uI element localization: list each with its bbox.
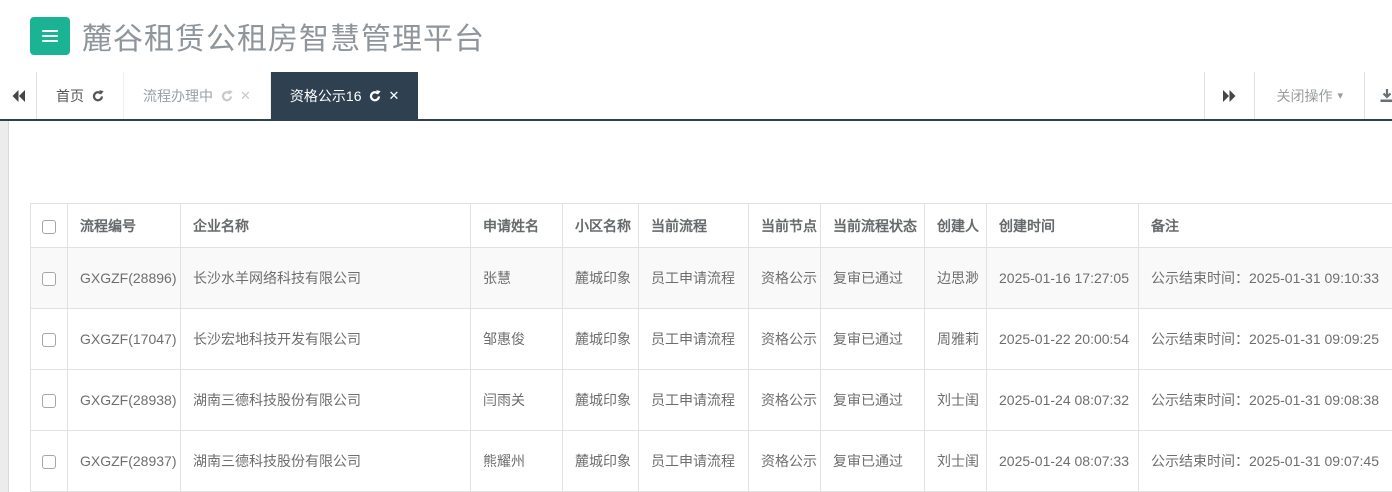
cell-community: 麓城印象	[562, 308, 639, 370]
close-actions-dropdown-button[interactable]: 关闭操作 ▾	[1254, 72, 1364, 119]
refresh-icon	[221, 89, 233, 102]
col-header-process-no: 流程编号	[67, 203, 181, 248]
tab-qualification-publicity[interactable]: 资格公示16 ✕	[270, 72, 419, 119]
row-checkbox[interactable]	[42, 455, 56, 470]
tab-scroll-right-button[interactable]	[1204, 72, 1255, 119]
cell-company: 长沙水羊网络科技有限公司	[180, 247, 471, 309]
cell-current-node: 资格公示	[748, 308, 821, 370]
cell-current-flow: 员工申请流程	[638, 369, 749, 431]
cell-community: 麓城印象	[562, 430, 639, 492]
col-header-remark: 备注	[1138, 203, 1392, 248]
cell-applicant: 熊耀州	[470, 430, 563, 492]
col-header-creator: 创建人	[924, 203, 987, 248]
tab-label: 首页	[56, 87, 84, 104]
publicity-table: 流程编号 企业名称 申请姓名 小区名称 当前流程 当前节点 当前流程状态 创建人…	[30, 203, 1392, 492]
cell-flow-status: 复审已通过	[820, 308, 925, 370]
double-chevron-left-icon	[12, 89, 25, 102]
cell-remark: 公示结束时间：2025-01-31 09:07:45	[1138, 430, 1392, 492]
publicity-table-container: 流程编号 企业名称 申请姓名 小区名称 当前流程 当前节点 当前流程状态 创建人…	[30, 203, 1392, 492]
cell-applicant: 张慧	[470, 247, 563, 309]
tab-home[interactable]: 首页	[37, 72, 124, 119]
tab-close-icon[interactable]: ✕	[388, 89, 399, 102]
caret-down-icon: ▾	[1337, 90, 1343, 102]
tab-label: 流程办理中	[143, 87, 213, 104]
col-header-applicant: 申请姓名	[470, 203, 563, 248]
cell-flow-status: 复审已通过	[820, 247, 925, 309]
select-all-checkbox[interactable]	[42, 219, 56, 234]
table-row: GXGZF(28938) 湖南三德科技股份有限公司 闫雨关 麓城印象 员工申请流…	[30, 369, 1392, 431]
cell-remark: 公示结束时间：2025-01-31 09:08:38	[1138, 369, 1392, 431]
cell-process-no: GXGZF(28896)	[67, 247, 181, 309]
page-title: 麓谷租赁公租房智慧管理平台	[82, 23, 485, 56]
refresh-icon	[92, 89, 104, 102]
col-header-current-node: 当前节点	[748, 203, 821, 248]
cell-company: 长沙宏地科技开发有限公司	[180, 308, 471, 370]
tabbar-spacer	[418, 72, 1204, 119]
col-header-flow-status: 当前流程状态	[820, 203, 925, 248]
cell-applicant: 邹惠俊	[470, 308, 563, 370]
double-chevron-right-icon	[1223, 89, 1236, 102]
tab-bar: 首页 流程办理中 ✕ 资格公示16 ✕ 关闭操作 ▾	[0, 72, 1392, 121]
cell-creator: 刘士闺	[924, 369, 987, 431]
tab-process-handling[interactable]: 流程办理中 ✕	[124, 72, 271, 119]
close-actions-label: 关闭操作	[1276, 87, 1333, 104]
cell-current-flow: 员工申请流程	[638, 308, 749, 370]
cell-process-no: GXGZF(28937)	[67, 430, 181, 492]
cell-community: 麓城印象	[562, 247, 639, 309]
col-header-community: 小区名称	[562, 203, 639, 248]
cell-flow-status: 复审已通过	[820, 430, 925, 492]
app-header: 麓谷租赁公租房智慧管理平台	[0, 0, 1392, 72]
cell-current-flow: 员工申请流程	[638, 247, 749, 309]
cell-creator: 周雅莉	[924, 308, 987, 370]
menu-toggle-button[interactable]	[30, 17, 70, 55]
table-header-row: 流程编号 企业名称 申请姓名 小区名称 当前流程 当前节点 当前流程状态 创建人…	[30, 203, 1392, 248]
content-left-strip	[0, 121, 9, 492]
cell-process-no: GXGZF(17047)	[67, 308, 181, 370]
cell-current-flow: 员工申请流程	[638, 430, 749, 492]
col-header-created-at: 创建时间	[986, 203, 1139, 248]
table-row: GXGZF(28937) 湖南三德科技股份有限公司 熊耀州 麓城印象 员工申请流…	[30, 430, 1392, 492]
tab-scroll-left-button[interactable]	[0, 72, 37, 119]
cell-current-node: 资格公示	[748, 430, 821, 492]
cell-current-node: 资格公示	[748, 247, 821, 309]
cell-process-no: GXGZF(28938)	[67, 369, 181, 431]
cell-created-at: 2025-01-22 20:00:54	[986, 308, 1139, 370]
col-header-company: 企业名称	[180, 203, 471, 248]
row-checkbox[interactable]	[42, 394, 56, 409]
cell-remark: 公示结束时间：2025-01-31 09:09:25	[1138, 308, 1392, 370]
cell-creator: 边思渺	[924, 247, 987, 309]
hamburger-icon	[42, 30, 58, 32]
row-checkbox[interactable]	[42, 272, 56, 287]
tab-close-icon[interactable]: ✕	[240, 89, 251, 102]
tab-label: 资格公示16	[289, 87, 362, 104]
row-checkbox[interactable]	[42, 333, 56, 348]
cell-created-at: 2025-01-24 08:07:32	[986, 369, 1139, 431]
cell-created-at: 2025-01-16 17:27:05	[986, 247, 1139, 309]
cell-current-node: 资格公示	[748, 369, 821, 431]
cell-created-at: 2025-01-24 08:07:33	[986, 430, 1139, 492]
table-row: GXGZF(17047) 长沙宏地科技开发有限公司 邹惠俊 麓城印象 员工申请流…	[30, 308, 1392, 370]
download-button[interactable]	[1364, 72, 1392, 119]
download-icon	[1378, 88, 1392, 103]
col-header-current-flow: 当前流程	[638, 203, 749, 248]
cell-company: 湖南三德科技股份有限公司	[180, 430, 471, 492]
table-row: GXGZF(28896) 长沙水羊网络科技有限公司 张慧 麓城印象 员工申请流程…	[30, 247, 1392, 309]
cell-remark: 公示结束时间：2025-01-31 09:10:33	[1138, 247, 1392, 309]
refresh-icon	[370, 89, 382, 102]
cell-applicant: 闫雨关	[470, 369, 563, 431]
cell-flow-status: 复审已通过	[820, 369, 925, 431]
cell-company: 湖南三德科技股份有限公司	[180, 369, 471, 431]
cell-creator: 刘士闺	[924, 430, 987, 492]
cell-community: 麓城印象	[562, 369, 639, 431]
